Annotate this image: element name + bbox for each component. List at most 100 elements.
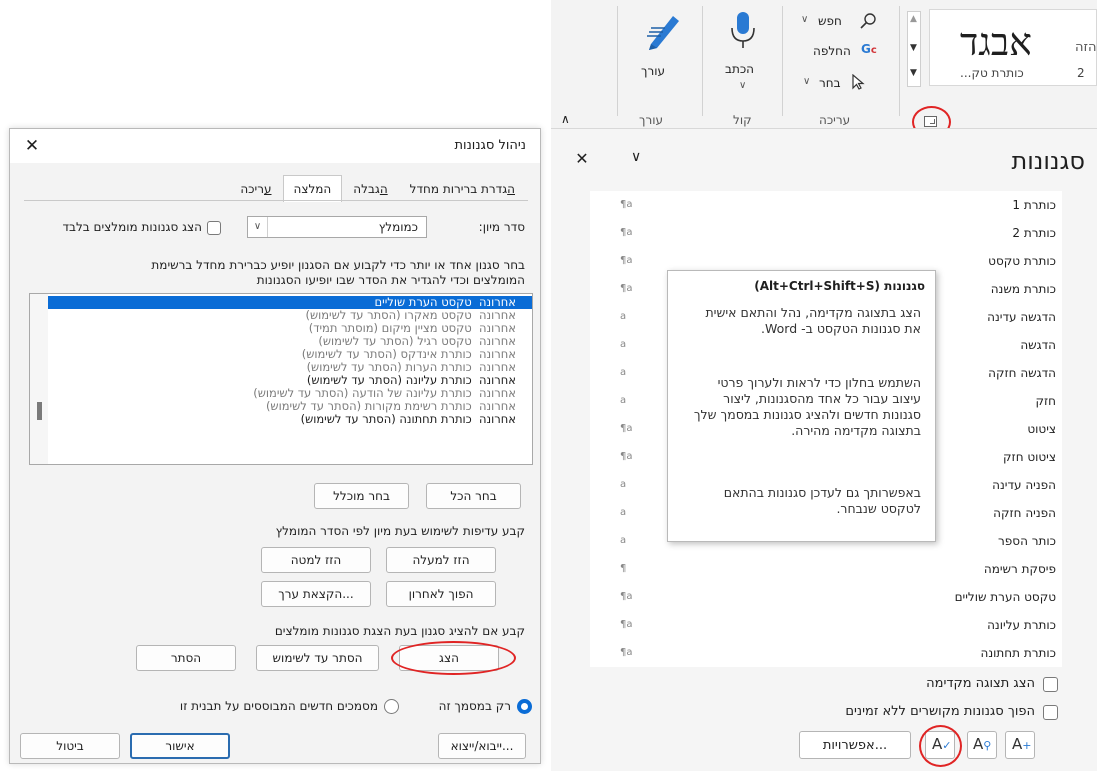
paragraph-char-icon: ¶a <box>620 591 633 602</box>
ribbon-separator <box>617 6 618 116</box>
list-scrollbar[interactable] <box>30 294 48 464</box>
dialog-close-icon[interactable]: ✕ <box>20 135 44 157</box>
chevron-down-icon: ∨ <box>248 217 268 237</box>
tooltip-title: סגנונות (Alt+Ctrl+Shift+S) <box>754 279 925 293</box>
character-style-icon: a <box>620 339 627 350</box>
instructions-line-2: המומלצים וכדי להגדיר את הסדר שבו יופיעו … <box>256 273 525 287</box>
visibility-label: קבע אם להציג סגנון בעת הצגת סגנונות מומל… <box>274 624 525 638</box>
scrollbar-thumb[interactable] <box>37 402 42 420</box>
paragraph-char-icon: ¶a <box>620 227 633 238</box>
select-builtin-button[interactable]: בחר מוכלל <box>314 483 409 509</box>
search-icon <box>860 13 876 29</box>
style-item[interactable]: כותרת 2 ¶a <box>590 221 1062 245</box>
dialog-tabs: עריכה המלצה הגבלה הגדרת ברירות מחדל <box>229 175 526 202</box>
editor-button[interactable]: עורך <box>629 8 699 88</box>
highlight-circle <box>391 641 516 675</box>
editor-pen-icon <box>647 16 679 50</box>
styles-gallery[interactable]: אבגד הזה כותרת טק... 2 <box>929 9 1097 86</box>
character-style-icon: a <box>620 479 627 490</box>
show-recommended-label: הצג סגנונות מומלצים בלבד <box>62 220 202 234</box>
paragraph-char-icon: ¶a <box>620 283 633 294</box>
group-label-voice: קול <box>733 113 752 127</box>
replace-icon: Gc <box>861 42 877 56</box>
character-style-icon: a <box>620 507 627 518</box>
cancel-button[interactable]: ביטול <box>20 733 120 759</box>
hide-button[interactable]: הסתר <box>136 645 236 671</box>
tab-edit[interactable]: עריכה <box>229 177 282 201</box>
style-item[interactable]: כותרת עליונה ¶a <box>590 613 1062 637</box>
hide-until-used-button[interactable]: הסתר עד לשימוש <box>256 645 379 671</box>
find-label: חפש <box>818 14 842 28</box>
replace-button[interactable]: החלפה Gc <box>809 40 899 62</box>
disable-linked-checkbox[interactable] <box>1043 705 1058 720</box>
new-style-icon: A+ <box>1012 735 1032 753</box>
character-style-icon: a <box>620 311 627 322</box>
select-all-button[interactable]: בחר הכל <box>426 483 521 509</box>
paragraph-char-icon: ¶a <box>620 619 633 630</box>
paragraph-style-icon: ¶ <box>620 563 627 574</box>
pane-title: סגנונות <box>1011 147 1085 175</box>
pane-close-icon[interactable]: ✕ <box>571 147 593 169</box>
new-style-button[interactable]: A+ <box>1005 731 1035 759</box>
tooltip-paragraph-3: באפשרותך גם לעדכן סגנונות בהתאם לטקסט שנ… <box>723 485 921 516</box>
tab-set-defaults[interactable]: הגדרת ברירות מחדל <box>399 177 526 201</box>
tooltip-paragraph-1: הצג בתצוגה מקדימה, נהל והתאם אישית את סג… <box>705 305 921 336</box>
style-index-label: 2 <box>1077 66 1085 80</box>
group-label-editing: עריכה <box>819 113 851 127</box>
tab-recommend[interactable]: המלצה <box>282 175 343 202</box>
show-preview-label: הצג תצוגה מקדימה <box>926 676 1035 691</box>
move-last-button[interactable]: הפוך לאחרון <box>386 581 496 607</box>
gallery-scroll[interactable]: ▲ ▼ ▼ <box>907 11 921 87</box>
gallery-more-icon[interactable]: ▼ <box>910 68 917 78</box>
this-document-radio[interactable] <box>517 699 532 714</box>
style-item[interactable]: טקסט הערת שוליים ¶a <box>590 585 1062 609</box>
manage-styles-button[interactable]: A⚲ <box>967 731 997 759</box>
replace-label: החלפה <box>813 44 851 58</box>
paragraph-char-icon: ¶a <box>620 647 633 658</box>
select-button[interactable]: ∨ בחר <box>801 72 891 94</box>
find-button[interactable]: ∨ חפש <box>797 12 897 34</box>
select-label: בחר <box>819 76 841 90</box>
ribbon-separator <box>782 6 783 116</box>
editor-label: עורך <box>641 64 665 78</box>
priority-label: קבע עדיפות לשימוש בעת מיון לפי הסדר המומ… <box>275 524 525 538</box>
chevron-down-icon: ∨ <box>801 14 809 25</box>
character-style-icon: a <box>620 367 627 378</box>
style-item[interactable]: כותרת תחתונה ¶a <box>590 641 1062 665</box>
paragraph-char-icon: ¶a <box>620 423 633 434</box>
gallery-up-icon[interactable]: ▲ <box>910 14 917 24</box>
ribbon-separator <box>702 6 703 116</box>
chevron-down-icon: ∨ <box>739 80 747 91</box>
style-item[interactable]: כותרת 1 ¶a <box>590 193 1062 217</box>
options-button[interactable]: אפשרויות... <box>799 731 911 759</box>
collapse-ribbon-icon[interactable]: ∧ <box>561 112 570 126</box>
list-item[interactable]: אחרונה כותרת תחתונה (הסתר עד לשימוש) <box>48 413 532 426</box>
group-label-editor: עורך <box>639 113 663 127</box>
new-documents-label: מסמכים חדשים המבוססים על תבנית זו <box>179 699 378 713</box>
style-item[interactable]: פיסקת רשימה ¶ <box>590 557 1062 581</box>
gallery-down-icon[interactable]: ▼ <box>910 43 917 53</box>
pane-options-chevron-icon[interactable]: ∨ <box>631 149 641 165</box>
styles-priority-list[interactable]: אחרונה טקסט הערת שוליים אחרונה טקסט מאקר… <box>29 293 533 465</box>
move-down-button[interactable]: הזז למטה <box>261 547 371 573</box>
tooltip-paragraph-2: השתמש בחלון כדי לראות ולערוך פרטי עיצוב … <box>693 375 921 438</box>
microphone-icon <box>731 12 755 48</box>
this-document-label: רק במסמך זה <box>438 699 511 713</box>
show-preview-checkbox[interactable] <box>1043 677 1058 692</box>
paragraph-char-icon: ¶a <box>620 255 633 266</box>
style-sample-partial: הזה <box>1075 40 1097 55</box>
assign-value-button[interactable]: הקצאת ערך... <box>261 581 371 607</box>
paragraph-char-icon: ¶a <box>620 199 633 210</box>
dictate-label: הכתב <box>725 62 755 76</box>
sort-order-select[interactable]: ∨ כמומלץ <box>247 216 427 238</box>
disable-linked-label: הפוך סגנונות מקושרים ללא זמינים <box>845 704 1035 719</box>
import-export-button[interactable]: ייבוא/ייצוא... <box>438 733 526 759</box>
tab-restrict[interactable]: הגבלה <box>342 177 398 201</box>
dictate-button[interactable]: הכתב ∨ <box>711 8 775 100</box>
new-documents-radio[interactable] <box>384 699 399 714</box>
styles-tooltip: סגנונות (Alt+Ctrl+Shift+S) הצג בתצוגה מק… <box>667 270 936 542</box>
character-style-icon: a <box>620 535 627 546</box>
move-up-button[interactable]: הזז למעלה <box>386 547 496 573</box>
ok-button[interactable]: אישור <box>130 733 230 759</box>
show-recommended-checkbox[interactable] <box>207 221 221 235</box>
